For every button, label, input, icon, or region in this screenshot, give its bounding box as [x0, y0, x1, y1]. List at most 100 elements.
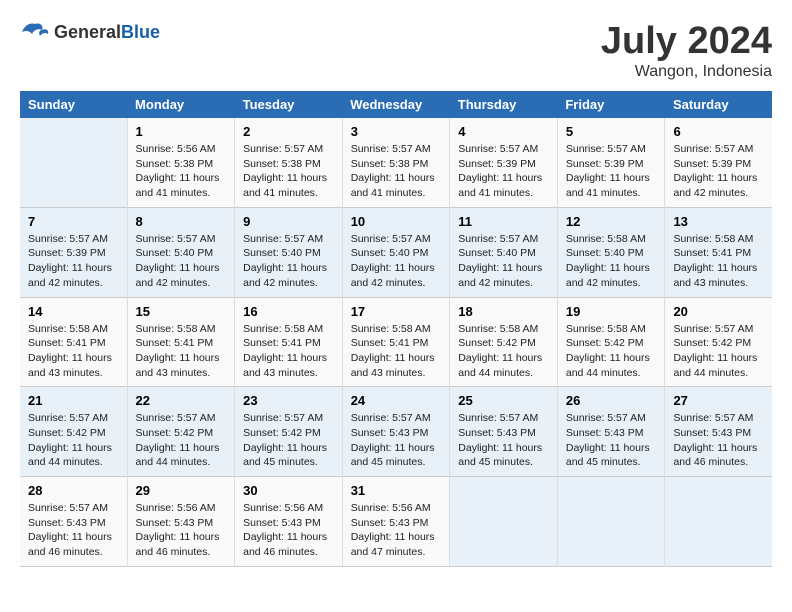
day-number: 25	[458, 393, 549, 408]
logo-text: GeneralBlue	[54, 22, 160, 43]
calendar-cell: 9Sunrise: 5:57 AMSunset: 5:40 PMDaylight…	[235, 207, 343, 297]
calendar-cell: 3Sunrise: 5:57 AMSunset: 5:38 PMDaylight…	[342, 118, 450, 207]
calendar-cell	[557, 477, 665, 567]
day-info: Sunrise: 5:56 AMSunset: 5:38 PMDaylight:…	[136, 142, 227, 201]
page-header: GeneralBlue July 2024 Wangon, Indonesia	[20, 20, 772, 81]
day-number: 15	[136, 304, 227, 319]
logo: GeneralBlue	[20, 20, 160, 44]
day-number: 26	[566, 393, 657, 408]
col-header-thursday: Thursday	[450, 91, 558, 118]
calendar-table: SundayMondayTuesdayWednesdayThursdayFrid…	[20, 91, 772, 567]
day-number: 31	[351, 483, 442, 498]
col-header-sunday: Sunday	[20, 91, 127, 118]
calendar-cell: 16 Sunrise: 5:58 AMSunset: 5:41 PMDayligh…	[235, 297, 343, 387]
day-number: 30	[243, 483, 334, 498]
calendar-cell: 29 Sunrise: 5:56 AMSunset: 5:43 PMDayligh…	[127, 477, 235, 567]
week-row-2: 7 Sunrise: 5:57 AMSunset: 5:39 PMDaylight…	[20, 207, 772, 297]
calendar-cell: 28Sunrise: 5:57 AMSunset: 5:43 PMDayligh…	[20, 477, 127, 567]
calendar-cell: 22 Sunrise: 5:57 AMSunset: 5:42 PMDayligh…	[127, 387, 235, 477]
week-row-3: 14 Sunrise: 5:58 AMSunset: 5:41 PMDayligh…	[20, 297, 772, 387]
day-number: 13	[673, 214, 764, 229]
calendar-cell	[20, 118, 127, 207]
calendar-cell: 8 Sunrise: 5:57 AMSunset: 5:40 PMDaylight…	[127, 207, 235, 297]
day-info: Sunrise: 5:58 AMSunset: 5:40 PMDaylight:…	[566, 232, 657, 291]
day-number: 20	[673, 304, 764, 319]
day-info: Sunrise: 5:58 AMSunset: 5:41 PMDaylight:…	[243, 322, 334, 381]
day-info: Sunrise: 5:57 AMSunset: 5:43 PMDaylight:…	[458, 411, 549, 470]
day-number: 16	[243, 304, 334, 319]
title-section: July 2024 Wangon, Indonesia	[601, 20, 772, 81]
col-header-monday: Monday	[127, 91, 235, 118]
calendar-cell: 30 Sunrise: 5:56 AMSunset: 5:43 PMDayligh…	[235, 477, 343, 567]
calendar-cell	[450, 477, 558, 567]
calendar-cell: 25 Sunrise: 5:57 AMSunset: 5:43 PMDayligh…	[450, 387, 558, 477]
day-info: Sunrise: 5:57 AMSunset: 5:43 PMDaylight:…	[351, 411, 442, 470]
calendar-cell: 10Sunrise: 5:57 AMSunset: 5:40 PMDayligh…	[342, 207, 450, 297]
day-info: Sunrise: 5:57 AMSunset: 5:42 PMDaylight:…	[673, 322, 764, 381]
calendar-header-row: SundayMondayTuesdayWednesdayThursdayFrid…	[20, 91, 772, 118]
calendar-cell: 2 Sunrise: 5:57 AMSunset: 5:38 PMDaylight…	[235, 118, 343, 207]
day-info: Sunrise: 5:57 AMSunset: 5:40 PMDaylight:…	[351, 232, 442, 291]
logo-general: General	[54, 22, 121, 42]
week-row-4: 21 Sunrise: 5:57 AMSunset: 5:42 PMDayligh…	[20, 387, 772, 477]
day-info: Sunrise: 5:58 AMSunset: 5:41 PMDaylight:…	[673, 232, 764, 291]
calendar-cell: 31 Sunrise: 5:56 AMSunset: 5:43 PMDayligh…	[342, 477, 450, 567]
day-info: Sunrise: 5:56 AMSunset: 5:43 PMDaylight:…	[351, 501, 442, 560]
day-info: Sunrise: 5:57 AMSunset: 5:39 PMDaylight:…	[566, 142, 657, 201]
day-number: 8	[136, 214, 227, 229]
day-number: 11	[458, 214, 549, 229]
calendar-cell: 19 Sunrise: 5:58 AMSunset: 5:42 PMDayligh…	[557, 297, 665, 387]
day-info: Sunrise: 5:58 AMSunset: 5:42 PMDaylight:…	[566, 322, 657, 381]
day-info: Sunrise: 5:57 AMSunset: 5:43 PMDaylight:…	[566, 411, 657, 470]
day-info: Sunrise: 5:58 AMSunset: 5:41 PMDaylight:…	[351, 322, 442, 381]
day-info: Sunrise: 5:57 AMSunset: 5:43 PMDaylight:…	[673, 411, 764, 470]
calendar-cell: 13 Sunrise: 5:58 AMSunset: 5:41 PMDayligh…	[665, 207, 772, 297]
col-header-wednesday: Wednesday	[342, 91, 450, 118]
location-title: Wangon, Indonesia	[601, 63, 772, 81]
day-info: Sunrise: 5:57 AMSunset: 5:39 PMDaylight:…	[458, 142, 549, 201]
day-number: 6	[673, 124, 764, 139]
day-number: 19	[566, 304, 657, 319]
day-number: 17	[351, 304, 442, 319]
month-title: July 2024	[601, 20, 772, 63]
day-info: Sunrise: 5:56 AMSunset: 5:43 PMDaylight:…	[243, 501, 334, 560]
calendar-cell: 20 Sunrise: 5:57 AMSunset: 5:42 PMDayligh…	[665, 297, 772, 387]
logo-blue: Blue	[121, 22, 160, 42]
day-number: 29	[136, 483, 227, 498]
calendar-cell: 14Sunrise: 5:58 AMSunset: 5:41 PMDayligh…	[20, 297, 127, 387]
logo-icon	[20, 20, 50, 44]
calendar-cell: 27 Sunrise: 5:57 AMSunset: 5:43 PMDayligh…	[665, 387, 772, 477]
calendar-cell: 1 Sunrise: 5:56 AMSunset: 5:38 PMDaylight…	[127, 118, 235, 207]
col-header-tuesday: Tuesday	[235, 91, 343, 118]
col-header-friday: Friday	[557, 91, 665, 118]
day-number: 1	[136, 124, 227, 139]
day-number: 27	[673, 393, 764, 408]
calendar-cell: 17 Sunrise: 5:58 AMSunset: 5:41 PMDayligh…	[342, 297, 450, 387]
day-info: Sunrise: 5:57 AMSunset: 5:38 PMDaylight:…	[243, 142, 334, 201]
day-number: 21	[28, 393, 119, 408]
day-info: Sunrise: 5:57 AMSunset: 5:43 PMDaylight:…	[28, 501, 119, 560]
day-info: Sunrise: 5:57 AMSunset: 5:40 PMDaylight:…	[458, 232, 549, 291]
day-number: 14	[28, 304, 119, 319]
day-info: Sunrise: 5:56 AMSunset: 5:43 PMDaylight:…	[136, 501, 227, 560]
day-info: Sunrise: 5:57 AMSunset: 5:42 PMDaylight:…	[243, 411, 334, 470]
calendar-cell: 21Sunrise: 5:57 AMSunset: 5:42 PMDayligh…	[20, 387, 127, 477]
day-number: 22	[136, 393, 227, 408]
calendar-cell: 4Sunrise: 5:57 AMSunset: 5:39 PMDaylight…	[450, 118, 558, 207]
calendar-cell: 18Sunrise: 5:58 AMSunset: 5:42 PMDayligh…	[450, 297, 558, 387]
day-info: Sunrise: 5:57 AMSunset: 5:40 PMDaylight:…	[136, 232, 227, 291]
col-header-saturday: Saturday	[665, 91, 772, 118]
day-info: Sunrise: 5:57 AMSunset: 5:39 PMDaylight:…	[673, 142, 764, 201]
calendar-cell	[665, 477, 772, 567]
day-info: Sunrise: 5:57 AMSunset: 5:42 PMDaylight:…	[136, 411, 227, 470]
day-info: Sunrise: 5:57 AMSunset: 5:38 PMDaylight:…	[351, 142, 442, 201]
day-number: 24	[351, 393, 442, 408]
day-number: 7	[28, 214, 119, 229]
day-number: 2	[243, 124, 334, 139]
day-number: 5	[566, 124, 657, 139]
calendar-cell: 5 Sunrise: 5:57 AMSunset: 5:39 PMDaylight…	[557, 118, 665, 207]
day-number: 18	[458, 304, 549, 319]
day-info: Sunrise: 5:57 AMSunset: 5:39 PMDaylight:…	[28, 232, 119, 291]
calendar-cell: 15Sunrise: 5:58 AMSunset: 5:41 PMDayligh…	[127, 297, 235, 387]
calendar-cell: 7 Sunrise: 5:57 AMSunset: 5:39 PMDaylight…	[20, 207, 127, 297]
